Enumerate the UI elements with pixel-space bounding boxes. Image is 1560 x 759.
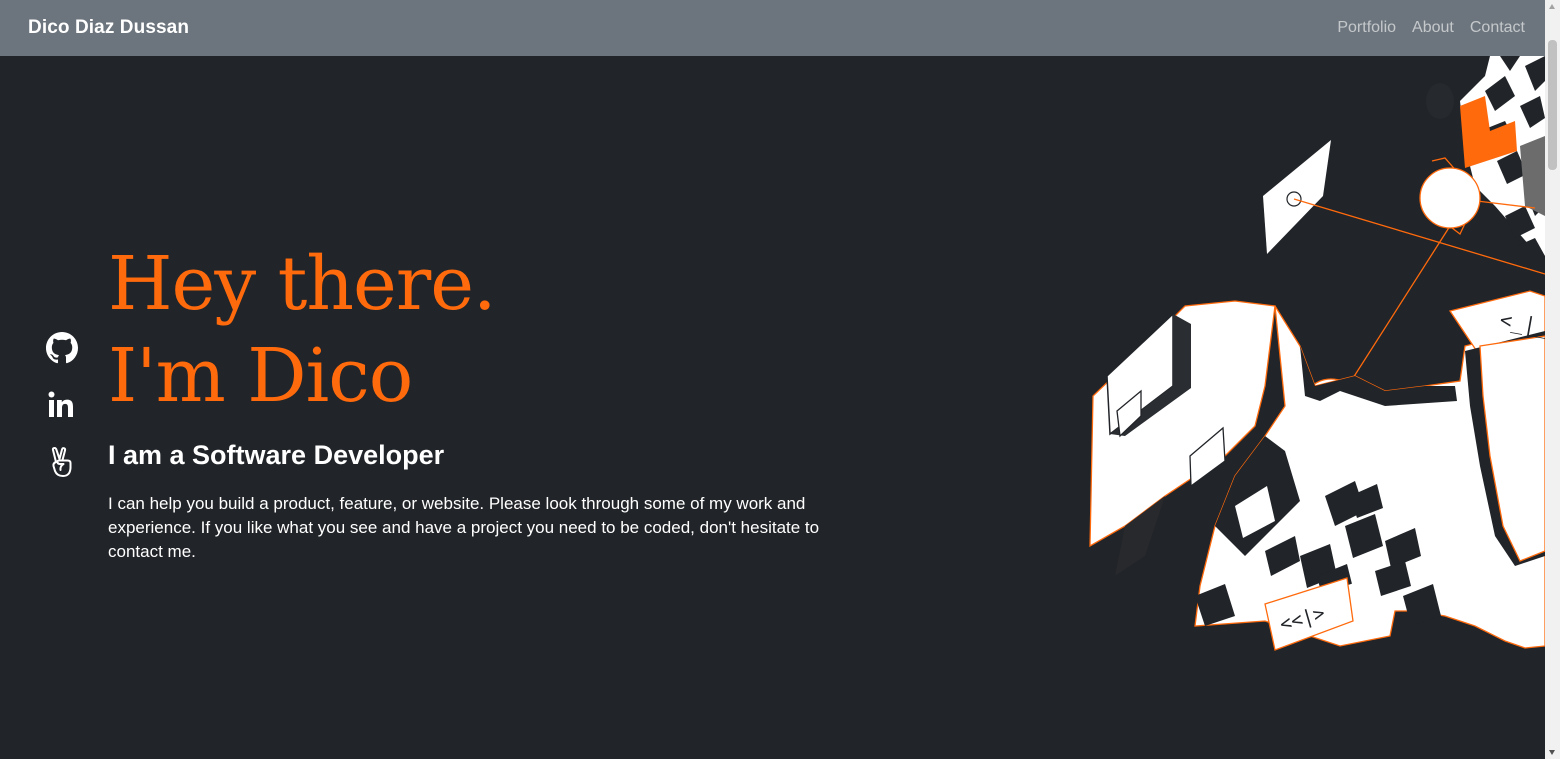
social-links — [46, 332, 78, 503]
hero-name: I'm Dico — [108, 333, 413, 419]
hero-greeting: Hey there. — [108, 241, 497, 327]
hero-section: Hey there. I'm Dico I am a Software Deve… — [108, 238, 888, 564]
nav-links: Portfolio About Contact — [1321, 19, 1525, 37]
floating-card — [1263, 140, 1331, 254]
hero-illustration: <_|_ <<|> — [1089, 56, 1545, 651]
scroll-down-arrow-icon[interactable] — [1549, 750, 1555, 755]
linkedin-icon — [48, 391, 73, 417]
hero-subtitle: I am a Software Developer — [108, 440, 445, 470]
navbar: Dico Diaz Dussan Portfolio About Contact — [0, 0, 1545, 56]
github-link[interactable] — [46, 332, 78, 364]
nav-link-about[interactable]: About — [1412, 19, 1454, 37]
scroll-thumb[interactable] — [1548, 40, 1557, 170]
hero-description: I can help you build a product, feature,… — [108, 494, 820, 561]
nav-link-contact[interactable]: Contact — [1470, 19, 1525, 37]
brand-link[interactable]: Dico Diaz Dussan — [28, 17, 189, 39]
github-icon — [46, 332, 78, 364]
angellist-link[interactable] — [46, 446, 78, 478]
scroll-up-arrow-icon[interactable] — [1549, 4, 1555, 9]
nav-link-portfolio[interactable]: Portfolio — [1337, 19, 1396, 37]
page-scrollbar[interactable] — [1545, 0, 1560, 759]
angellist-icon — [51, 447, 72, 477]
linkedin-link[interactable] — [46, 389, 78, 421]
page: Dico Diaz Dussan Portfolio About Contact — [0, 0, 1560, 759]
